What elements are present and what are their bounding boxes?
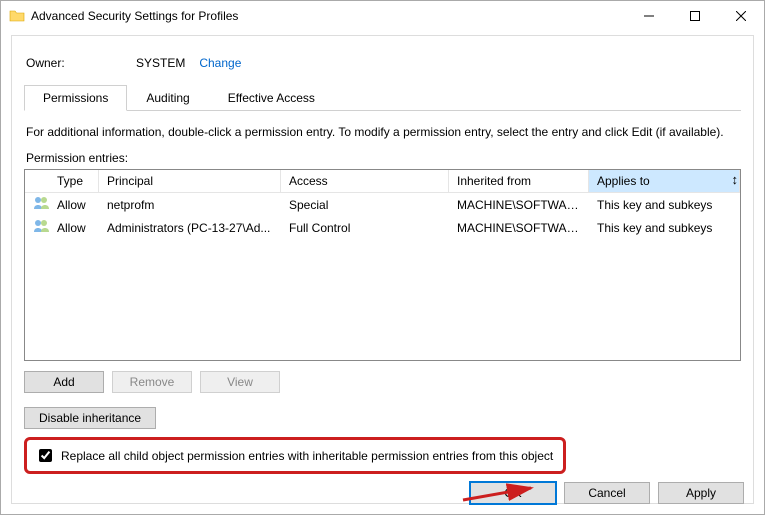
cell-inherited: MACHINE\SOFTWARE... <box>449 195 589 215</box>
col-inherited[interactable]: Inherited from <box>449 170 589 192</box>
col-access[interactable]: Access <box>281 170 449 192</box>
owner-change-link[interactable]: Change <box>199 56 241 70</box>
apply-button[interactable]: Apply <box>658 482 744 504</box>
cell-principal: netprofm <box>99 195 281 215</box>
users-icon <box>25 216 49 239</box>
disable-inheritance-button[interactable]: Disable inheritance <box>24 407 156 429</box>
tab-auditing[interactable]: Auditing <box>127 85 208 111</box>
content-panel: Owner: SYSTEM Change Permissions Auditin… <box>11 35 754 504</box>
grid-body: AllownetprofmSpecialMACHINE\SOFTWARE...T… <box>25 193 740 239</box>
replace-child-entries-checkbox[interactable] <box>39 449 52 462</box>
cell-inherited: MACHINE\SOFTWARE... <box>449 218 589 238</box>
cell-applies: This key and subkeys <box>589 195 740 215</box>
close-button[interactable] <box>718 1 764 31</box>
add-button[interactable]: Add <box>24 371 104 393</box>
col-type[interactable]: Type <box>49 170 99 192</box>
tab-strip: Permissions Auditing Effective Access <box>24 84 741 111</box>
titlebar: Advanced Security Settings for Profiles <box>1 1 764 31</box>
table-row[interactable]: AllowAdministrators (PC-13-27\Ad...Full … <box>25 216 740 239</box>
folder-icon <box>9 8 25 24</box>
window-title: Advanced Security Settings for Profiles <box>31 9 626 23</box>
cell-type: Allow <box>49 195 99 215</box>
owner-label: Owner: <box>26 56 136 70</box>
tab-effective-access[interactable]: Effective Access <box>209 85 334 111</box>
cell-type: Allow <box>49 218 99 238</box>
cell-principal: Administrators (PC-13-27\Ad... <box>99 218 281 238</box>
cell-access: Special <box>281 195 449 215</box>
permission-entries-grid[interactable]: ↕ Type Principal Access Inherited from A… <box>24 169 741 361</box>
owner-value: SYSTEM <box>136 56 185 70</box>
info-text: For additional information, double-click… <box>26 125 739 139</box>
col-icon[interactable] <box>25 170 49 192</box>
cancel-button[interactable]: Cancel <box>564 482 650 504</box>
grid-header: Type Principal Access Inherited from App… <box>25 170 740 193</box>
view-button[interactable]: View <box>200 371 280 393</box>
entry-buttons: Add Remove View <box>24 371 741 393</box>
cell-applies: This key and subkeys <box>589 218 740 238</box>
replace-checkbox-highlight: Replace all child object permission entr… <box>24 437 566 474</box>
col-principal[interactable]: Principal <box>99 170 281 192</box>
advanced-security-window: Advanced Security Settings for Profiles … <box>0 0 765 515</box>
dialog-buttons: OK Cancel Apply <box>470 482 744 504</box>
col-applies[interactable]: Applies to <box>589 170 740 192</box>
cell-access: Full Control <box>281 218 449 238</box>
users-icon <box>25 193 49 216</box>
owner-row: Owner: SYSTEM Change <box>26 56 741 70</box>
tab-permissions-label: Permissions <box>43 91 108 105</box>
tab-permissions[interactable]: Permissions <box>24 85 127 111</box>
ok-button[interactable]: OK <box>470 482 556 504</box>
table-row[interactable]: AllownetprofmSpecialMACHINE\SOFTWARE...T… <box>25 193 740 216</box>
replace-child-entries-label: Replace all child object permission entr… <box>61 449 553 463</box>
disable-inheritance-row: Disable inheritance <box>24 407 741 429</box>
minimize-button[interactable] <box>626 1 672 31</box>
remove-button[interactable]: Remove <box>112 371 192 393</box>
tab-effective-access-label: Effective Access <box>228 91 315 105</box>
tab-auditing-label: Auditing <box>146 91 189 105</box>
titlebar-buttons <box>626 1 764 31</box>
permission-entries-label: Permission entries: <box>26 151 739 165</box>
maximize-button[interactable] <box>672 1 718 31</box>
